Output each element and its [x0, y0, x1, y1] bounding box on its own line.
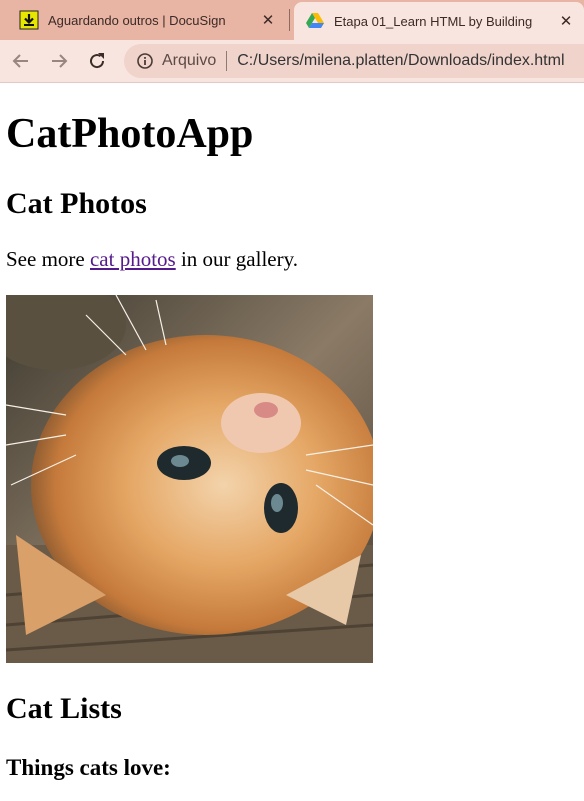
address-bar[interactable]: Arquivo C:/Users/milena.platten/Download… — [124, 44, 584, 78]
tab-title: Aguardando outros | DocuSign — [48, 12, 226, 28]
address-divider — [226, 51, 228, 71]
close-icon[interactable]: ✕ — [554, 9, 578, 33]
cat-photos-link[interactable]: cat photos — [90, 247, 176, 271]
tab-divider — [289, 9, 290, 31]
tab-title: Etapa 01_Learn HTML by Building — [334, 13, 533, 29]
reload-icon[interactable] — [83, 47, 111, 75]
cat-photo-image — [6, 295, 373, 663]
page-title: CatPhotoApp — [6, 111, 254, 157]
cat-photos-heading: Cat Photos — [6, 187, 147, 220]
browser-toolbar: Arquivo C:/Users/milena.platten/Download… — [0, 40, 584, 83]
tab-docusign[interactable]: Aguardando outros | DocuSign ✕ — [8, 0, 286, 40]
google-drive-icon — [304, 10, 326, 32]
back-icon[interactable] — [7, 47, 35, 75]
tab-strip: Aguardando outros | DocuSign ✕ Etapa 01_… — [0, 0, 584, 40]
forward-icon[interactable] — [45, 47, 73, 75]
cat-lists-heading: Cat Lists — [6, 692, 122, 725]
see-more-paragraph: See more cat photos in our gallery. — [6, 249, 298, 270]
see-more-suffix: in our gallery. — [175, 247, 298, 271]
scheme-label: Arquivo — [162, 52, 217, 69]
download-favicon-icon — [18, 9, 40, 31]
tab-etapa[interactable]: Etapa 01_Learn HTML by Building ✕ — [294, 2, 584, 40]
close-icon[interactable]: ✕ — [256, 8, 280, 32]
things-cats-love-heading: Things cats love: — [6, 755, 171, 780]
url-text: C:/Users/milena.platten/Downloads/index.… — [237, 52, 565, 69]
see-more-prefix: See more — [6, 247, 90, 271]
info-icon[interactable] — [136, 52, 154, 70]
